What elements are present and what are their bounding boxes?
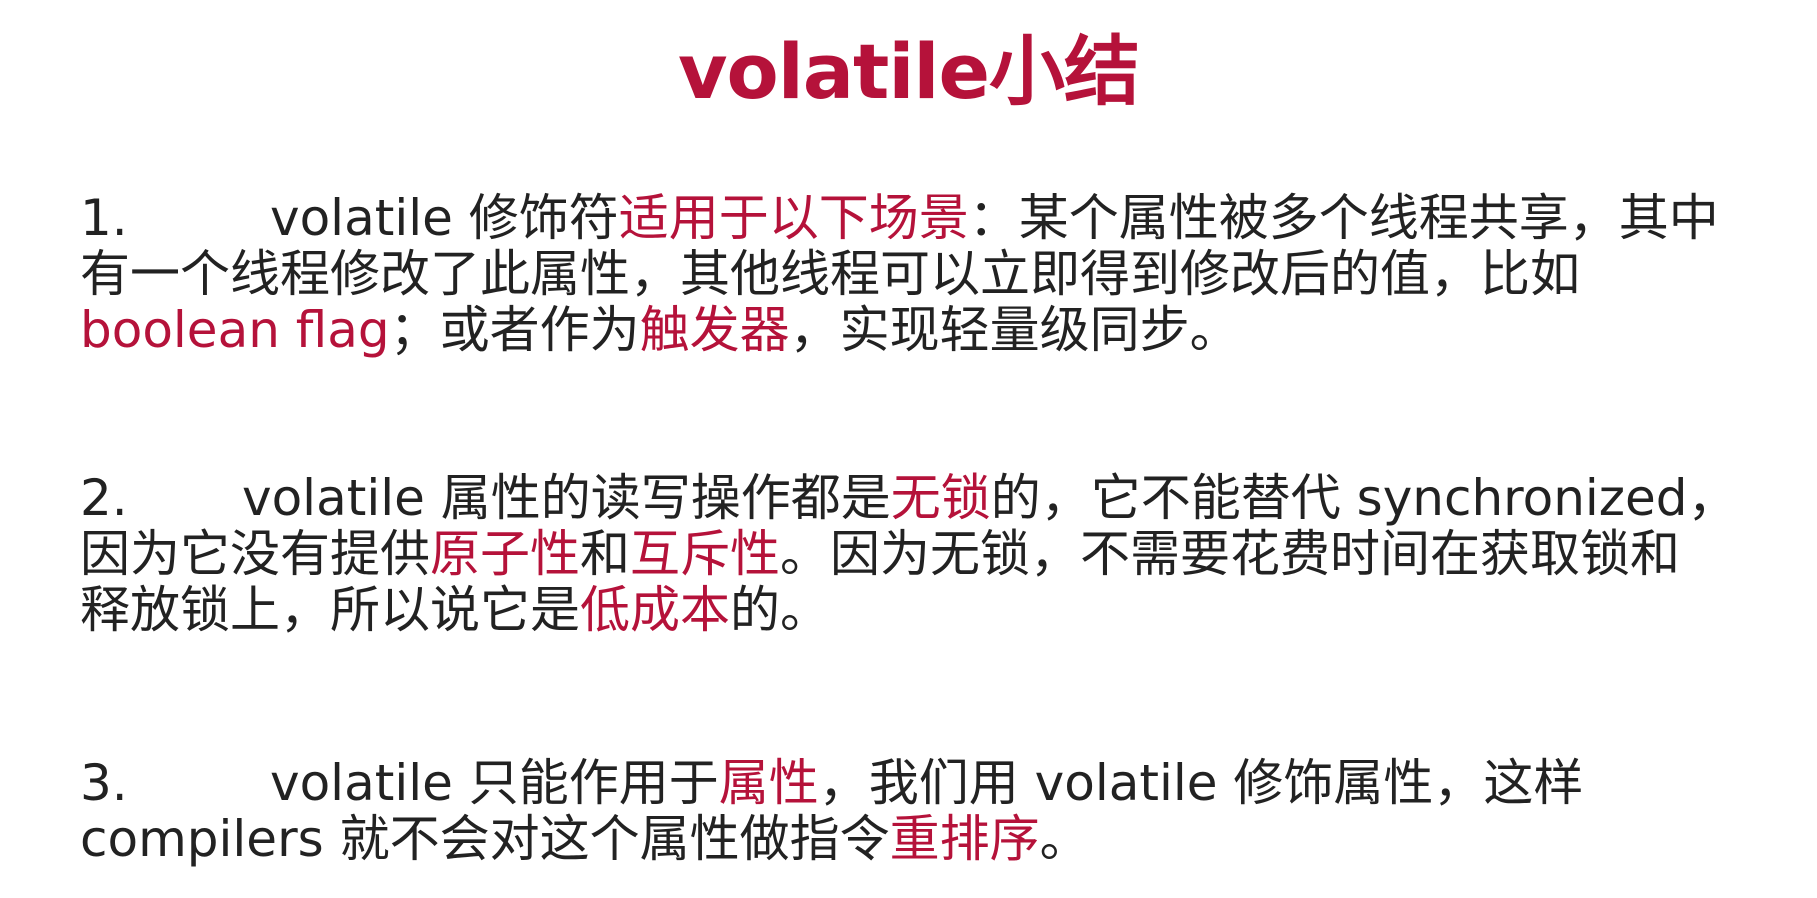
highlight-segment: 低成本	[580, 581, 730, 639]
text-segment: 和	[580, 525, 630, 583]
point-1-line-2: 有一个线程修改了此属性，其他线程可以立即得到修改后的值，比如	[80, 246, 1800, 302]
text-segment: 释放锁上，所以说它是	[80, 581, 580, 639]
highlight-segment: 属性	[718, 754, 819, 812]
text-segment: 的，它不能替代 synchronized，	[990, 469, 1738, 527]
point-3: 3. volatile 只能作用于属性，我们用 volatile 修饰属性，这样 …	[80, 755, 1800, 867]
text-segment: volatile 修饰符	[270, 189, 619, 247]
point-number: 2.	[80, 469, 128, 527]
point-1-line-3: boolean flag；或者作为触发器，实现轻量级同步。	[80, 302, 1800, 358]
point-number: 1.	[80, 189, 128, 247]
text-segment: ；或者作为	[389, 301, 640, 359]
slide: volatile小结 1. volatile 修饰符适用于以下场景：某个属性被多个…	[0, 0, 1817, 898]
highlight-segment: 触发器	[639, 301, 790, 359]
text-segment: 因为它没有提供	[80, 525, 430, 583]
point-3-line-2: compilers 就不会对这个属性做指令重排序。	[80, 811, 1800, 867]
text-segment: volatile 属性的读写操作都是	[242, 469, 891, 527]
text-segment: 。因为无锁，不需要花费时间在获取锁和	[780, 525, 1680, 583]
point-number: 3.	[80, 754, 128, 812]
point-2-line-3: 释放锁上，所以说它是低成本的。	[80, 582, 1800, 638]
highlight-segment: 原子性	[430, 525, 580, 583]
slide-title: volatile小结	[677, 27, 1140, 116]
text-segment: ：某个属性被多个线程共享，其中	[968, 189, 1719, 247]
point-1-line-1: 1. volatile 修饰符适用于以下场景：某个属性被多个线程共享，其中	[80, 190, 1800, 246]
point-3-line-1: 3. volatile 只能作用于属性，我们用 volatile 修饰属性，这样	[80, 755, 1800, 811]
text-segment: ，实现轻量级同步。	[789, 301, 1240, 359]
highlight-segment: 重排序	[889, 810, 1040, 868]
point-2: 2. volatile 属性的读写操作都是无锁的，它不能替代 synchroniz…	[80, 470, 1800, 638]
highlight-segment: boolean flag	[80, 301, 390, 359]
text-segment: 的。	[730, 581, 830, 639]
highlight-segment: 适用于以下场景	[618, 189, 969, 247]
text-segment: 。	[1039, 810, 1090, 868]
point-2-line-1: 2. volatile 属性的读写操作都是无锁的，它不能替代 synchroniz…	[80, 470, 1800, 526]
text-segment: compilers 就不会对这个属性做指令	[80, 810, 890, 868]
text-segment: ，我们用 volatile 修饰属性，这样	[818, 754, 1584, 812]
point-1: 1. volatile 修饰符适用于以下场景：某个属性被多个线程共享，其中 有一个…	[80, 190, 1800, 358]
text-segment: 有一个线程修改了此属性，其他线程可以立即得到修改后的值，比如	[80, 245, 1580, 303]
highlight-segment: 无锁	[890, 469, 991, 527]
point-2-line-2: 因为它没有提供原子性和互斥性。因为无锁，不需要花费时间在获取锁和	[80, 526, 1800, 582]
text-segment: volatile 只能作用于	[270, 754, 719, 812]
highlight-segment: 互斥性	[630, 525, 780, 583]
